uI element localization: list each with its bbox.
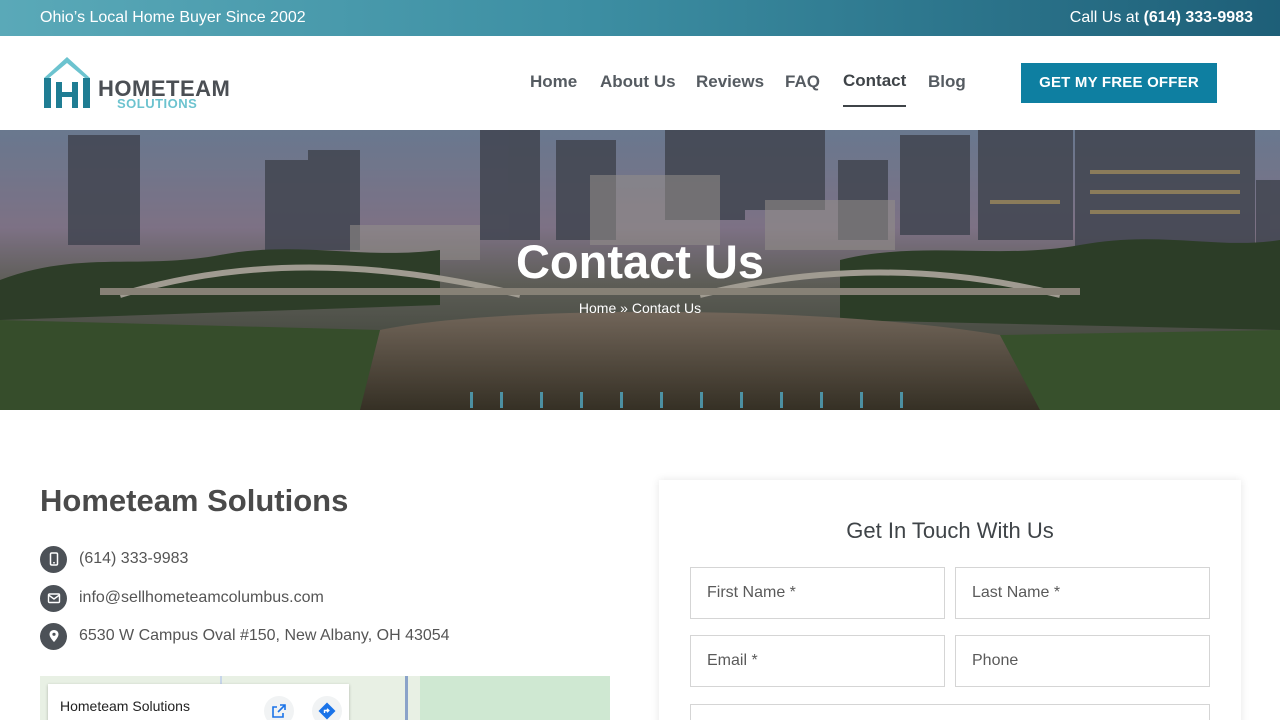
address-text: 6530 W Campus Oval #150, New Albany, OH … [79, 627, 450, 644]
map-park-area [420, 676, 610, 720]
map-place-name[interactable]: Hometeam Solutions [60, 698, 190, 714]
breadcrumb: Home » Contact Us [0, 300, 1280, 316]
phone-field[interactable] [955, 635, 1210, 687]
email-row[interactable]: info@sellhometeamcolumbus.com [40, 584, 324, 612]
top-bar: Ohio’s Local Home Buyer Since 2002 Call … [0, 0, 1280, 36]
get-free-offer-button[interactable]: GET MY FREE OFFER [1021, 63, 1217, 103]
nav-home[interactable]: Home [530, 72, 577, 92]
address-row: 6530 W Campus Oval #150, New Albany, OH … [40, 622, 450, 650]
open-in-new-icon[interactable] [264, 696, 294, 720]
page-title: Contact Us [515, 235, 765, 288]
breadcrumb-separator: » [620, 300, 628, 316]
email-field[interactable] [690, 635, 945, 687]
mobile-phone-icon [40, 545, 67, 573]
map-place-card: Hometeam Solutions [48, 684, 349, 720]
nav-blog[interactable]: Blog [928, 72, 966, 92]
last-name-field[interactable] [955, 567, 1210, 619]
next-form-field[interactable] [690, 704, 1210, 720]
nav-faq[interactable]: FAQ [785, 72, 820, 92]
nav-contact[interactable]: Contact [843, 71, 907, 107]
envelope-icon [40, 584, 67, 612]
nav-reviews[interactable]: Reviews [696, 72, 764, 92]
call-us[interactable]: Call Us at (614) 333-9983 [1070, 9, 1253, 27]
tagline: Ohio’s Local Home Buyer Since 2002 [40, 9, 306, 26]
logo[interactable]: HOMETEAM SOLUTIONS [40, 56, 230, 112]
breadcrumb-current: Contact Us [631, 300, 702, 316]
breadcrumb-home[interactable]: Home [579, 300, 616, 316]
logo-word-solutions: SOLUTIONS [117, 96, 198, 111]
directions-icon[interactable] [312, 696, 342, 720]
top-phone-link[interactable]: (614) 333-9983 [1144, 9, 1253, 26]
phone-link[interactable]: (614) 333-9983 [79, 550, 188, 568]
form-title: Get In Touch With Us [846, 518, 1054, 543]
nav-about-us[interactable]: About Us [600, 72, 676, 92]
company-name: Hometeam Solutions [40, 483, 349, 518]
email-link[interactable]: info@sellhometeamcolumbus.com [79, 589, 324, 607]
google-map[interactable]: Hometeam Solutions [40, 676, 610, 720]
call-us-prefix: Call Us at [1069, 9, 1144, 26]
hero-banner: Contact Us Home » Contact Us [0, 130, 1280, 410]
site-header: HOMETEAM SOLUTIONS Home About Us Reviews… [0, 36, 1280, 130]
map-pin-icon [40, 622, 67, 650]
phone-row[interactable]: (614) 333-9983 [40, 545, 188, 573]
contact-form-card: Get In Touch With Us [659, 480, 1241, 720]
first-name-field[interactable] [690, 567, 945, 619]
map-road-main [405, 676, 408, 720]
house-logo-icon [44, 57, 90, 108]
